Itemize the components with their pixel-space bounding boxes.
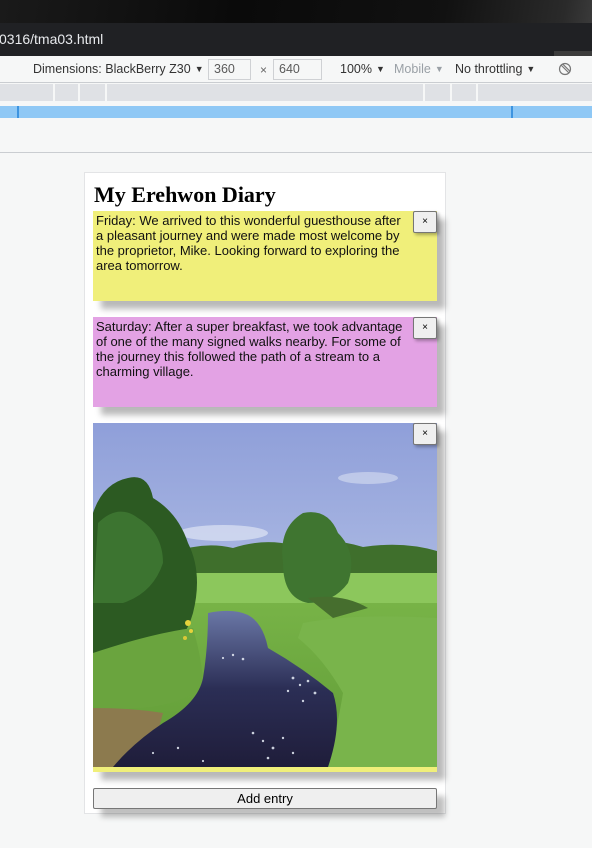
width-input[interactable]: 360 — [208, 59, 251, 80]
dropdown-arrow-icon: ▼ — [434, 64, 444, 74]
dropdown-arrow-icon: ▼ — [375, 64, 385, 74]
diary-entry-image[interactable]: × — [93, 423, 437, 772]
close-entry-button[interactable]: × — [413, 211, 437, 233]
diary-entry[interactable]: Friday: We arrived to this wonderful gue… — [93, 211, 437, 301]
dimensions-dropdown[interactable]: Dimensions: BlackBerry Z30 ▼ — [33, 62, 204, 76]
add-entry-button[interactable]: Add entry — [93, 788, 437, 809]
url-text: 0316/tma03.html — [0, 31, 104, 47]
device-viewport: My Erehwon Diary Friday: We arrived to t… — [84, 172, 446, 814]
device-ruler[interactable] — [0, 106, 592, 118]
height-input[interactable]: 640 — [273, 59, 322, 80]
stream-photo — [93, 423, 437, 767]
dropdown-arrow-icon: ▼ — [526, 64, 536, 74]
device-toolbar: Dimensions: BlackBerry Z30 ▼ 360 × 640 10… — [0, 56, 592, 83]
throttling-label: No throttling — [455, 62, 523, 76]
zoom-dropdown[interactable]: 100% ▼ — [340, 62, 385, 76]
dimensions-label: Dimensions: BlackBerry Z30 — [33, 62, 191, 76]
diary-entry[interactable]: Saturday: After a super breakfast, we to… — [93, 317, 437, 407]
throttling-dropdown[interactable]: No throttling ▼ — [455, 62, 535, 76]
dropdown-arrow-icon: ▼ — [194, 64, 204, 74]
rotate-icon[interactable] — [558, 62, 572, 76]
entry-text[interactable]: Friday: We arrived to this wonderful gue… — [93, 211, 437, 273]
mobile-label: Mobile — [394, 62, 431, 76]
entry-text[interactable]: Saturday: After a super breakfast, we to… — [93, 317, 437, 379]
address-bar[interactable]: 0316/tma03.html — [0, 23, 592, 56]
ruler-marker — [17, 106, 19, 118]
divider — [0, 152, 592, 153]
page-title: My Erehwon Diary — [94, 182, 276, 207]
zoom-label: 100% — [340, 62, 372, 76]
media-query-ruler[interactable] — [0, 84, 592, 101]
close-entry-button[interactable]: × — [413, 317, 437, 339]
close-entry-button[interactable]: × — [413, 423, 437, 445]
mobile-dropdown[interactable]: Mobile ▼ — [394, 62, 444, 76]
desktop-background — [0, 0, 592, 23]
ruler-marker — [511, 106, 513, 118]
times-symbol: × — [260, 63, 268, 77]
